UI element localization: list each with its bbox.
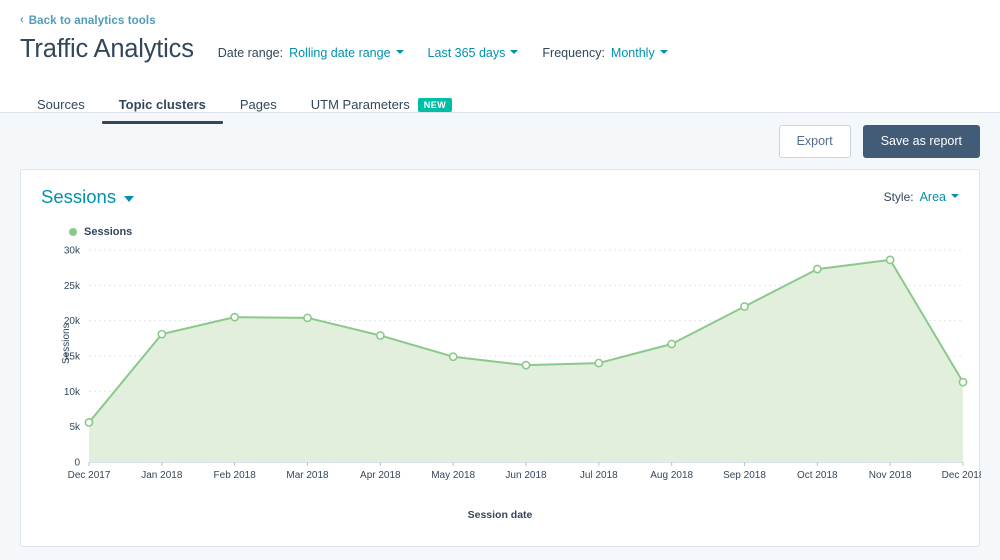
style-selector-value[interactable]: Area xyxy=(920,190,959,204)
series-data-point[interactable] xyxy=(812,264,822,274)
header-divider xyxy=(0,112,1000,113)
chart-area: Sessions 0 5k 10k 15k 20k 25k 30k Dec 2017 Jan 2… xyxy=(41,244,981,522)
x-axis-tick-label: Aug 2018 xyxy=(650,470,693,481)
series-data-point[interactable] xyxy=(594,358,604,368)
y-axis-tick-label: 10k xyxy=(64,387,81,398)
series-data-point[interactable] xyxy=(448,352,458,362)
x-axis-tick-label: Oct 2018 xyxy=(797,470,838,481)
x-axis-tick-label: Apr 2018 xyxy=(360,470,401,481)
filter-date-range-text: Rolling date range xyxy=(289,46,391,60)
x-axis-tick-label: Feb 2018 xyxy=(214,470,257,481)
filter-frequency-text: Monthly xyxy=(610,46,655,60)
y-axis-tick-label: 25k xyxy=(64,281,81,292)
chart-card: Sessions Style: Area Sessions Sessions 0… xyxy=(20,169,981,547)
chart-card-header: Sessions Style: Area xyxy=(41,186,959,208)
tab-utm-parameters-label: UTM Parameters xyxy=(310,97,410,112)
series-data-point[interactable] xyxy=(885,255,895,265)
filter-period-text: Last 365 days xyxy=(427,46,506,60)
export-button[interactable]: Export xyxy=(778,124,851,158)
back-to-analytics-tools-link[interactable]: ‹ Back to analytics tools xyxy=(20,15,156,27)
series-data-point[interactable] xyxy=(157,329,167,339)
filter-period-value[interactable]: Last 365 days xyxy=(428,46,519,60)
metric-selector-label: Sessions xyxy=(41,186,117,207)
y-axis-tick-label: 5k xyxy=(69,422,81,433)
metric-selector[interactable]: Sessions xyxy=(41,186,135,208)
tab-utm-parameters[interactable]: UTM Parameters NEW xyxy=(294,97,469,124)
tab-topic-clusters-label: Topic clusters xyxy=(118,97,206,112)
series-data-point[interactable] xyxy=(84,418,94,427)
x-axis-tick-label: Jan 2018 xyxy=(141,470,183,481)
sessions-area-chart[interactable]: 05k10k15k20k25k30kDec 2017 Jan 2018 Feb 20… xyxy=(41,244,981,494)
tab-pages-label: Pages xyxy=(239,97,277,112)
x-axis-title: Session date xyxy=(467,509,533,521)
x-axis-tick-label: Nov 2018 xyxy=(869,470,912,481)
legend-label: Sessions xyxy=(84,226,133,238)
tab-bar: Sources Topic clusters Pages UTM Paramet… xyxy=(20,84,980,124)
chevron-down-icon xyxy=(659,50,668,54)
style-selector: Style: Area xyxy=(884,190,959,204)
series-data-point[interactable] xyxy=(230,312,240,322)
series-data-point[interactable] xyxy=(521,360,531,370)
chevron-down-icon xyxy=(510,50,519,54)
y-axis-tick-label: 30k xyxy=(64,246,81,257)
save-as-report-button[interactable]: Save as report xyxy=(862,124,980,158)
series-data-point[interactable] xyxy=(958,377,968,387)
filter-frequency-value[interactable]: Monthly xyxy=(611,46,668,60)
series-data-point[interactable] xyxy=(303,313,312,323)
style-value-text: Area xyxy=(919,190,946,204)
x-axis-tick-label: Jul 2018 xyxy=(580,470,618,481)
filter-date-range-value[interactable]: Rolling date range xyxy=(289,46,404,60)
series-data-point[interactable] xyxy=(375,331,385,340)
title-row: Traffic Analytics Date range: Rolling da… xyxy=(20,32,980,66)
tab-sources-label: Sources xyxy=(37,97,85,112)
filter-date-range: Date range: Rolling date range xyxy=(218,46,404,60)
x-axis-tick-label: Sep 2018 xyxy=(723,470,766,481)
series-data-point[interactable] xyxy=(740,302,749,311)
x-axis-tick-label: May 2018 xyxy=(431,470,475,481)
x-axis-tick-label: Dec 2017 xyxy=(68,470,111,481)
filter-period: Last 365 days xyxy=(428,46,519,60)
style-label: Style: xyxy=(883,190,914,204)
chevron-left-icon: ‹ xyxy=(20,14,24,26)
chevron-down-icon xyxy=(124,196,135,202)
tab-topic-clusters[interactable]: Topic clusters xyxy=(101,97,224,124)
chevron-down-icon xyxy=(951,194,959,198)
filter-frequency-label: Frequency: xyxy=(542,46,605,60)
tab-pages[interactable]: Pages xyxy=(223,97,294,124)
x-axis-tick-label: Mar 2018 xyxy=(286,470,329,481)
chart-legend[interactable]: Sessions xyxy=(69,226,959,238)
filter-frequency: Frequency: Monthly xyxy=(542,46,668,60)
chevron-down-icon xyxy=(395,50,404,54)
y-axis-tick-label: 0 xyxy=(74,458,80,469)
back-link-label: Back to analytics tools xyxy=(28,14,156,27)
filter-date-range-label: Date range: xyxy=(217,46,284,60)
filter-bar: Date range: Rolling date range Last 365 … xyxy=(218,46,668,60)
new-badge: NEW xyxy=(417,97,453,112)
page-title: Traffic Analytics xyxy=(20,35,194,63)
series-data-point[interactable] xyxy=(667,339,677,349)
x-axis-tick-label: Jun 2018 xyxy=(505,470,547,481)
page-header: ‹ Back to analytics tools Traffic Analyt… xyxy=(0,0,1000,124)
legend-color-swatch xyxy=(69,228,77,236)
x-axis-tick-label: Dec 2018 xyxy=(942,470,981,481)
y-axis-title: Sessions xyxy=(61,323,72,364)
tab-sources[interactable]: Sources xyxy=(20,97,102,124)
